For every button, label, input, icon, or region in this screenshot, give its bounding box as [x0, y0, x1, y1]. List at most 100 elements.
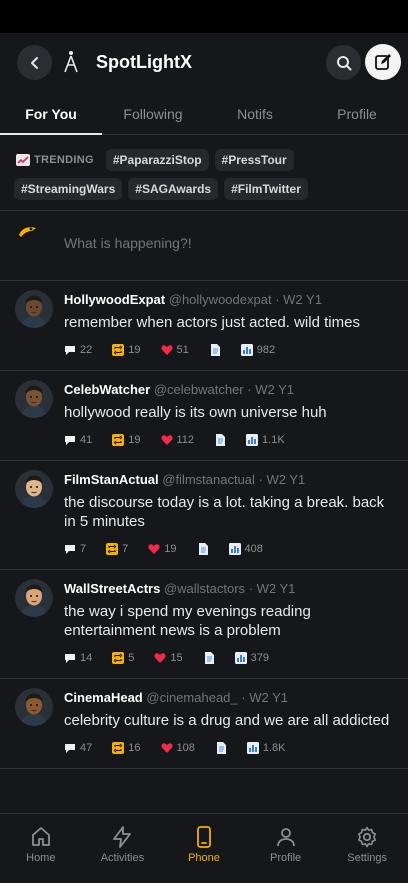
nav-home[interactable]: Home — [0, 814, 82, 883]
views-chart-icon — [228, 543, 241, 555]
tab-label: For You — [25, 106, 77, 122]
post-header: CelebWatcher @celebwatcher · W2 Y1 — [64, 382, 394, 397]
repost-icon — [112, 742, 125, 754]
views-button[interactable]: 408 — [228, 543, 263, 555]
like-button[interactable]: 15 — [154, 652, 183, 664]
post-item[interactable]: HollywoodExpat @hollywoodexpat · W2 Y1 r… — [0, 281, 408, 371]
heart-icon — [148, 544, 160, 554]
trend-chip[interactable]: #PressTour — [214, 148, 294, 171]
spotlight-logo-icon — [64, 51, 78, 73]
bookmark-button[interactable] — [214, 434, 226, 446]
bookmark-icon — [216, 434, 226, 446]
bookmark-icon — [210, 344, 220, 356]
like-count: 112 — [176, 434, 195, 446]
bookmark-button[interactable] — [209, 344, 221, 356]
reply-button[interactable]: 47 — [64, 742, 92, 754]
post-text: celebrity culture is a drug and we are a… — [64, 712, 390, 729]
reply-icon — [65, 744, 75, 753]
post-time: · W2 Y1 — [247, 382, 294, 397]
like-button[interactable]: 51 — [160, 344, 189, 356]
bookmark-icon — [204, 652, 214, 664]
avatar[interactable] — [15, 470, 53, 508]
search-button[interactable] — [326, 45, 361, 80]
avatar-icon — [15, 290, 53, 328]
repost-button[interactable]: 7 — [106, 543, 128, 555]
author-name[interactable]: WallStreetActrs — [64, 581, 160, 596]
reply-button[interactable]: 41 — [64, 434, 92, 446]
composer-avatar-icon — [19, 227, 36, 237]
repost-button[interactable]: 19 — [112, 434, 141, 446]
post-item[interactable]: CelebWatcher @celebwatcher · W2 Y1 holly… — [0, 371, 408, 461]
like-button[interactable]: 108 — [160, 742, 195, 754]
chevron-left-icon — [30, 56, 38, 69]
bookmark-button[interactable] — [203, 652, 215, 664]
composer-input[interactable] — [64, 235, 384, 251]
back-button[interactable] — [17, 45, 52, 80]
views-button[interactable]: 1.8K — [246, 742, 286, 754]
author-handle: @hollywoodexpat — [168, 292, 272, 307]
author-name[interactable]: FilmStanActual — [64, 472, 159, 487]
reply-count: 47 — [80, 742, 93, 754]
tab-profile[interactable]: Profile — [306, 93, 408, 134]
post-time: · W2 Y1 — [241, 690, 288, 705]
reply-count: 22 — [80, 344, 93, 356]
like-button[interactable]: 19 — [148, 543, 177, 555]
tab-notifs[interactable]: Notifs — [204, 93, 306, 134]
avatar[interactable] — [15, 380, 53, 418]
repost-count: 19 — [128, 344, 141, 356]
nav-profile[interactable]: Profile — [245, 814, 327, 883]
avatar[interactable] — [15, 290, 53, 328]
reply-button[interactable]: 22 — [64, 344, 92, 356]
tab-following[interactable]: Following — [102, 93, 204, 134]
bookmark-button[interactable] — [215, 742, 227, 754]
compose-button[interactable] — [365, 44, 401, 80]
like-count: 15 — [170, 652, 183, 664]
repost-button[interactable]: 5 — [112, 652, 134, 664]
gear-icon — [358, 826, 377, 848]
tab-for-you[interactable]: For You — [0, 93, 102, 135]
author-name[interactable]: CelebWatcher — [64, 382, 150, 397]
views-chart-icon — [246, 434, 259, 446]
views-button[interactable]: 379 — [234, 652, 269, 664]
feed-tabs: For You Following Notifs Profile — [0, 93, 408, 135]
heart-icon — [160, 743, 173, 753]
trend-chip[interactable]: #FilmTwitter — [224, 177, 308, 200]
nav-settings[interactable]: Settings — [326, 814, 408, 883]
post-actions: 22 19 51 982 — [64, 342, 394, 358]
nav-phone[interactable]: Phone — [163, 814, 245, 883]
post-item[interactable]: WallStreetActrs @wallstactors · W2 Y1 th… — [0, 570, 408, 679]
like-button[interactable]: 112 — [160, 434, 195, 446]
views-button[interactable]: 1.1K — [246, 434, 285, 446]
trend-chip[interactable]: #StreamingWars — [14, 177, 123, 200]
reply-button[interactable]: 7 — [64, 543, 86, 555]
avatar[interactable] — [15, 688, 53, 726]
app-title: SpotLightX — [96, 52, 192, 72]
author-name[interactable]: CinemaHead — [64, 690, 143, 705]
trend-chip[interactable]: #PaparazziStop — [105, 148, 209, 171]
trending-chart-icon — [16, 153, 30, 166]
trend-chip[interactable]: #SAGAwards — [128, 177, 219, 200]
post-actions: 41 19 112 1.1K — [64, 432, 394, 448]
views-button[interactable]: 982 — [240, 344, 275, 356]
nav-activities[interactable]: Activities — [82, 814, 164, 883]
view-count: 1.1K — [262, 434, 285, 446]
repost-button[interactable]: 19 — [112, 344, 141, 356]
nav-label: Home — [26, 852, 56, 864]
reply-button[interactable]: 14 — [64, 652, 92, 664]
bottom-navigation: Home Activities Phone Profile Settings — [0, 813, 408, 883]
post-item[interactable]: CinemaHead @cinemahead_ · W2 Y1 celebrit… — [0, 679, 408, 769]
post-text: the way i spend my evenings reading ente… — [64, 603, 311, 639]
heart-icon — [160, 345, 173, 355]
post-header: CinemaHead @cinemahead_ · W2 Y1 — [64, 690, 394, 705]
nav-label: Phone — [188, 852, 220, 864]
author-name[interactable]: HollywoodExpat — [64, 292, 165, 307]
reply-icon — [65, 436, 75, 445]
avatar[interactable] — [15, 579, 53, 617]
post-item[interactable]: FilmStanActual @filmstanactual · W2 Y1 t… — [0, 461, 408, 570]
compose-icon — [375, 54, 391, 70]
reply-icon — [65, 545, 75, 554]
bookmark-button[interactable] — [197, 543, 209, 555]
repost-button[interactable]: 16 — [112, 742, 141, 754]
post-text: remember when actors just acted. wild ti… — [64, 314, 360, 331]
search-icon — [336, 55, 351, 70]
